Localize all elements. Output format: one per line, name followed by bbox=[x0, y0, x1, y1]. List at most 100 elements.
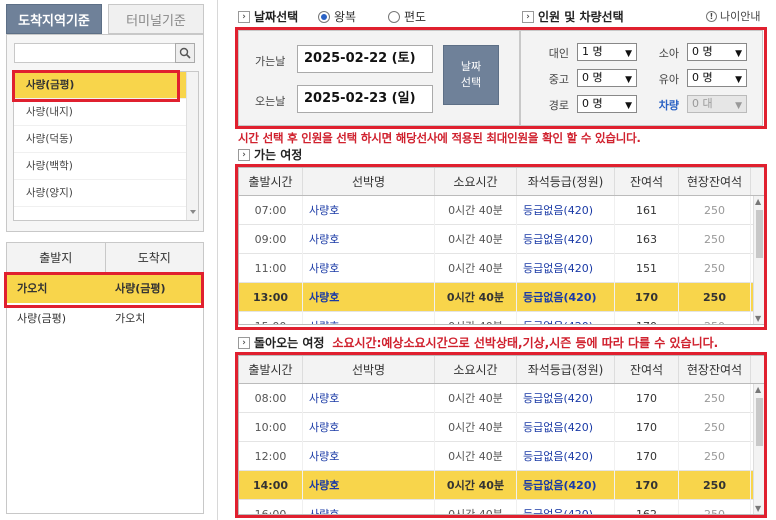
cell-remain: 161 bbox=[615, 195, 679, 225]
grid-header: 출발시간 선박명 소요시간 좌석등급(정원) 잔여석 현장잔여석 bbox=[239, 356, 765, 384]
route-row[interactable]: 사량(금평) 가오치 bbox=[7, 303, 203, 333]
cell-seat: 등급없음(420) bbox=[517, 282, 615, 312]
route-to: 가오치 bbox=[115, 312, 146, 325]
pax-label-child: 소아 bbox=[658, 47, 679, 60]
chevron-down-icon: ▼ bbox=[735, 75, 742, 85]
infant-select[interactable]: 0 명 ▼ bbox=[687, 69, 747, 87]
cell-ship: 사량호 bbox=[303, 195, 435, 225]
tab-terminal[interactable]: 터미널기준 bbox=[108, 4, 204, 34]
cell-time: 12:00 bbox=[239, 441, 303, 471]
col-ship-name: 선박명 bbox=[303, 356, 435, 383]
cell-time: 13:00 bbox=[239, 282, 303, 312]
table-row-selected[interactable]: 14:00 사량호 0시간 40분 등급없음(420) 170 250 bbox=[239, 470, 765, 500]
cell-remain: 170 bbox=[615, 282, 679, 312]
col-duration: 소요시간 bbox=[435, 356, 517, 383]
region-list: 사량(금평) 사량(내지) 사량(덕동) 사량(백학) 사량(양지) bbox=[13, 71, 199, 221]
date-button-line2: 선택 bbox=[460, 76, 482, 89]
cell-time: 16:00 bbox=[239, 499, 303, 514]
outbound-grid: 출발시간 선박명 소요시간 좌석등급(정원) 잔여석 현장잔여석 07:00 사… bbox=[238, 167, 766, 325]
cell-time: 07:00 bbox=[239, 195, 303, 225]
route-from: 사량(금평) bbox=[17, 312, 67, 325]
col-seat-grade: 좌석등급(정원) bbox=[517, 356, 615, 383]
table-row[interactable]: 07:00 사량호 0시간 40분 등급없음(420) 161 250 bbox=[239, 195, 765, 225]
table-row[interactable]: 15:00 사량호 0시간 40분 등급없음(420) 170 250 bbox=[239, 311, 765, 324]
chevron-right-icon: › bbox=[238, 10, 250, 23]
table-row[interactable]: 09:00 사량호 0시간 40분 등급없음(420) 163 250 bbox=[239, 224, 765, 254]
youth-select[interactable]: 0 명 ▼ bbox=[577, 69, 637, 87]
region-item[interactable]: 사량(내지) bbox=[14, 99, 198, 126]
cell-duration: 0시간 40분 bbox=[435, 412, 517, 442]
table-row-selected[interactable]: 13:00 사량호 0시간 40분 등급없음(420) 170 250 bbox=[239, 282, 765, 312]
cell-seat: 등급없음(420) bbox=[517, 499, 615, 514]
cell-duration: 0시간 40분 bbox=[435, 470, 517, 500]
scroll-up-icon: ▲ bbox=[755, 197, 762, 206]
chevron-down-icon: ▼ bbox=[625, 101, 632, 111]
trip-type-oneway[interactable]: 편도 bbox=[388, 8, 426, 25]
cell-ship: 사량호 bbox=[303, 282, 435, 312]
scroll-down-icon: ▼ bbox=[755, 504, 762, 513]
cell-time: 09:00 bbox=[239, 224, 303, 254]
route-header: 출발지 도착지 bbox=[7, 243, 203, 273]
scroll-up-icon: ▲ bbox=[755, 385, 762, 394]
cell-seat: 등급없음(420) bbox=[517, 412, 615, 442]
cell-site: 250 bbox=[679, 470, 751, 500]
cell-seat: 등급없음(420) bbox=[517, 253, 615, 283]
trip-type-roundtrip[interactable]: 왕복 bbox=[318, 8, 356, 25]
scroll-thumb[interactable] bbox=[756, 210, 763, 258]
cell-duration: 0시간 40분 bbox=[435, 311, 517, 324]
cell-seat: 등급없음(420) bbox=[517, 195, 615, 225]
child-select[interactable]: 0 명 ▼ bbox=[687, 43, 747, 61]
cell-ship: 사량호 bbox=[303, 311, 435, 324]
cell-site: 250 bbox=[679, 383, 751, 413]
table-row[interactable]: 10:00 사량호 0시간 40분 등급없음(420) 170 250 bbox=[239, 412, 765, 442]
col-remaining: 잔여석 bbox=[615, 356, 679, 383]
cell-duration: 0시간 40분 bbox=[435, 282, 517, 312]
radio-icon bbox=[318, 10, 330, 23]
cell-duration: 0시간 40분 bbox=[435, 383, 517, 413]
cell-seat: 등급없음(420) bbox=[517, 311, 615, 324]
cell-remain: 170 bbox=[615, 383, 679, 413]
date-select-button[interactable]: 날짜 선택 bbox=[443, 45, 499, 105]
cell-time: 14:00 bbox=[239, 470, 303, 500]
depart-date-field[interactable]: 2025-02-22 (토) bbox=[297, 45, 433, 73]
inbound-subtitle: 소요시간:예상소요시간으로 선박상태,기상,시즌 등에 따라 다를 수 있습니다… bbox=[332, 336, 719, 350]
cell-seat: 등급없음(420) bbox=[517, 383, 615, 413]
region-item[interactable]: 사량(백학) bbox=[14, 153, 198, 180]
region-item[interactable]: 사량(양지) bbox=[14, 180, 198, 207]
inbound-scrollbar[interactable]: ▲ ▼ bbox=[753, 384, 765, 514]
table-row[interactable]: 11:00 사량호 0시간 40분 등급없음(420) 151 250 bbox=[239, 253, 765, 283]
senior-select[interactable]: 0 명 ▼ bbox=[577, 95, 637, 113]
col-depart-time: 출발시간 bbox=[239, 168, 303, 195]
region-list-scrollbar[interactable] bbox=[186, 72, 198, 220]
cell-site: 250 bbox=[679, 282, 751, 312]
region-item[interactable]: 사량(금평) bbox=[14, 72, 198, 99]
route-row[interactable]: 가오치 사량(금평) bbox=[7, 273, 203, 303]
date-section-title: › 날짜선택 bbox=[238, 8, 298, 25]
adult-select[interactable]: 1 명 ▼ bbox=[577, 43, 637, 61]
region-search-input[interactable] bbox=[14, 43, 176, 63]
cell-duration: 0시간 40분 bbox=[435, 224, 517, 254]
region-item[interactable]: 사량(덕동) bbox=[14, 126, 198, 153]
outbound-scrollbar[interactable]: ▲ ▼ bbox=[753, 196, 765, 324]
cell-ship: 사량호 bbox=[303, 499, 435, 514]
depart-label: 가는날 bbox=[255, 55, 286, 68]
table-row[interactable]: 12:00 사량호 0시간 40분 등급없음(420) 170 250 bbox=[239, 441, 765, 471]
date-panel: 가는날 2025-02-22 (토) 오는날 2025-02-23 (일) 날짜… bbox=[238, 30, 520, 126]
table-row[interactable]: 16:00 사량호 0시간 40분 등급없음(420) 162 250 bbox=[239, 499, 765, 514]
scroll-thumb[interactable] bbox=[756, 398, 763, 446]
search-button[interactable] bbox=[175, 43, 195, 63]
return-date-field[interactable]: 2025-02-23 (일) bbox=[297, 85, 433, 113]
tab-arrival-region[interactable]: 도착지역기준 bbox=[6, 4, 102, 34]
col-site-remaining: 현장잔여석 bbox=[679, 168, 751, 195]
grid-header: 출발시간 선박명 소요시간 좌석등급(정원) 잔여석 현장잔여석 bbox=[239, 168, 765, 196]
cell-time: 08:00 bbox=[239, 383, 303, 413]
search-icon bbox=[179, 47, 191, 59]
table-row[interactable]: 08:00 사량호 0시간 40분 등급없음(420) 170 250 bbox=[239, 383, 765, 413]
col-seat-grade: 좌석등급(정원) bbox=[517, 168, 615, 195]
route-from: 가오치 bbox=[17, 282, 48, 295]
cell-site: 250 bbox=[679, 224, 751, 254]
col-depart-time: 출발시간 bbox=[239, 356, 303, 383]
age-guide-link[interactable]: ! 나이안내 bbox=[706, 8, 760, 24]
col-duration: 소요시간 bbox=[435, 168, 517, 195]
cell-site: 250 bbox=[679, 412, 751, 442]
